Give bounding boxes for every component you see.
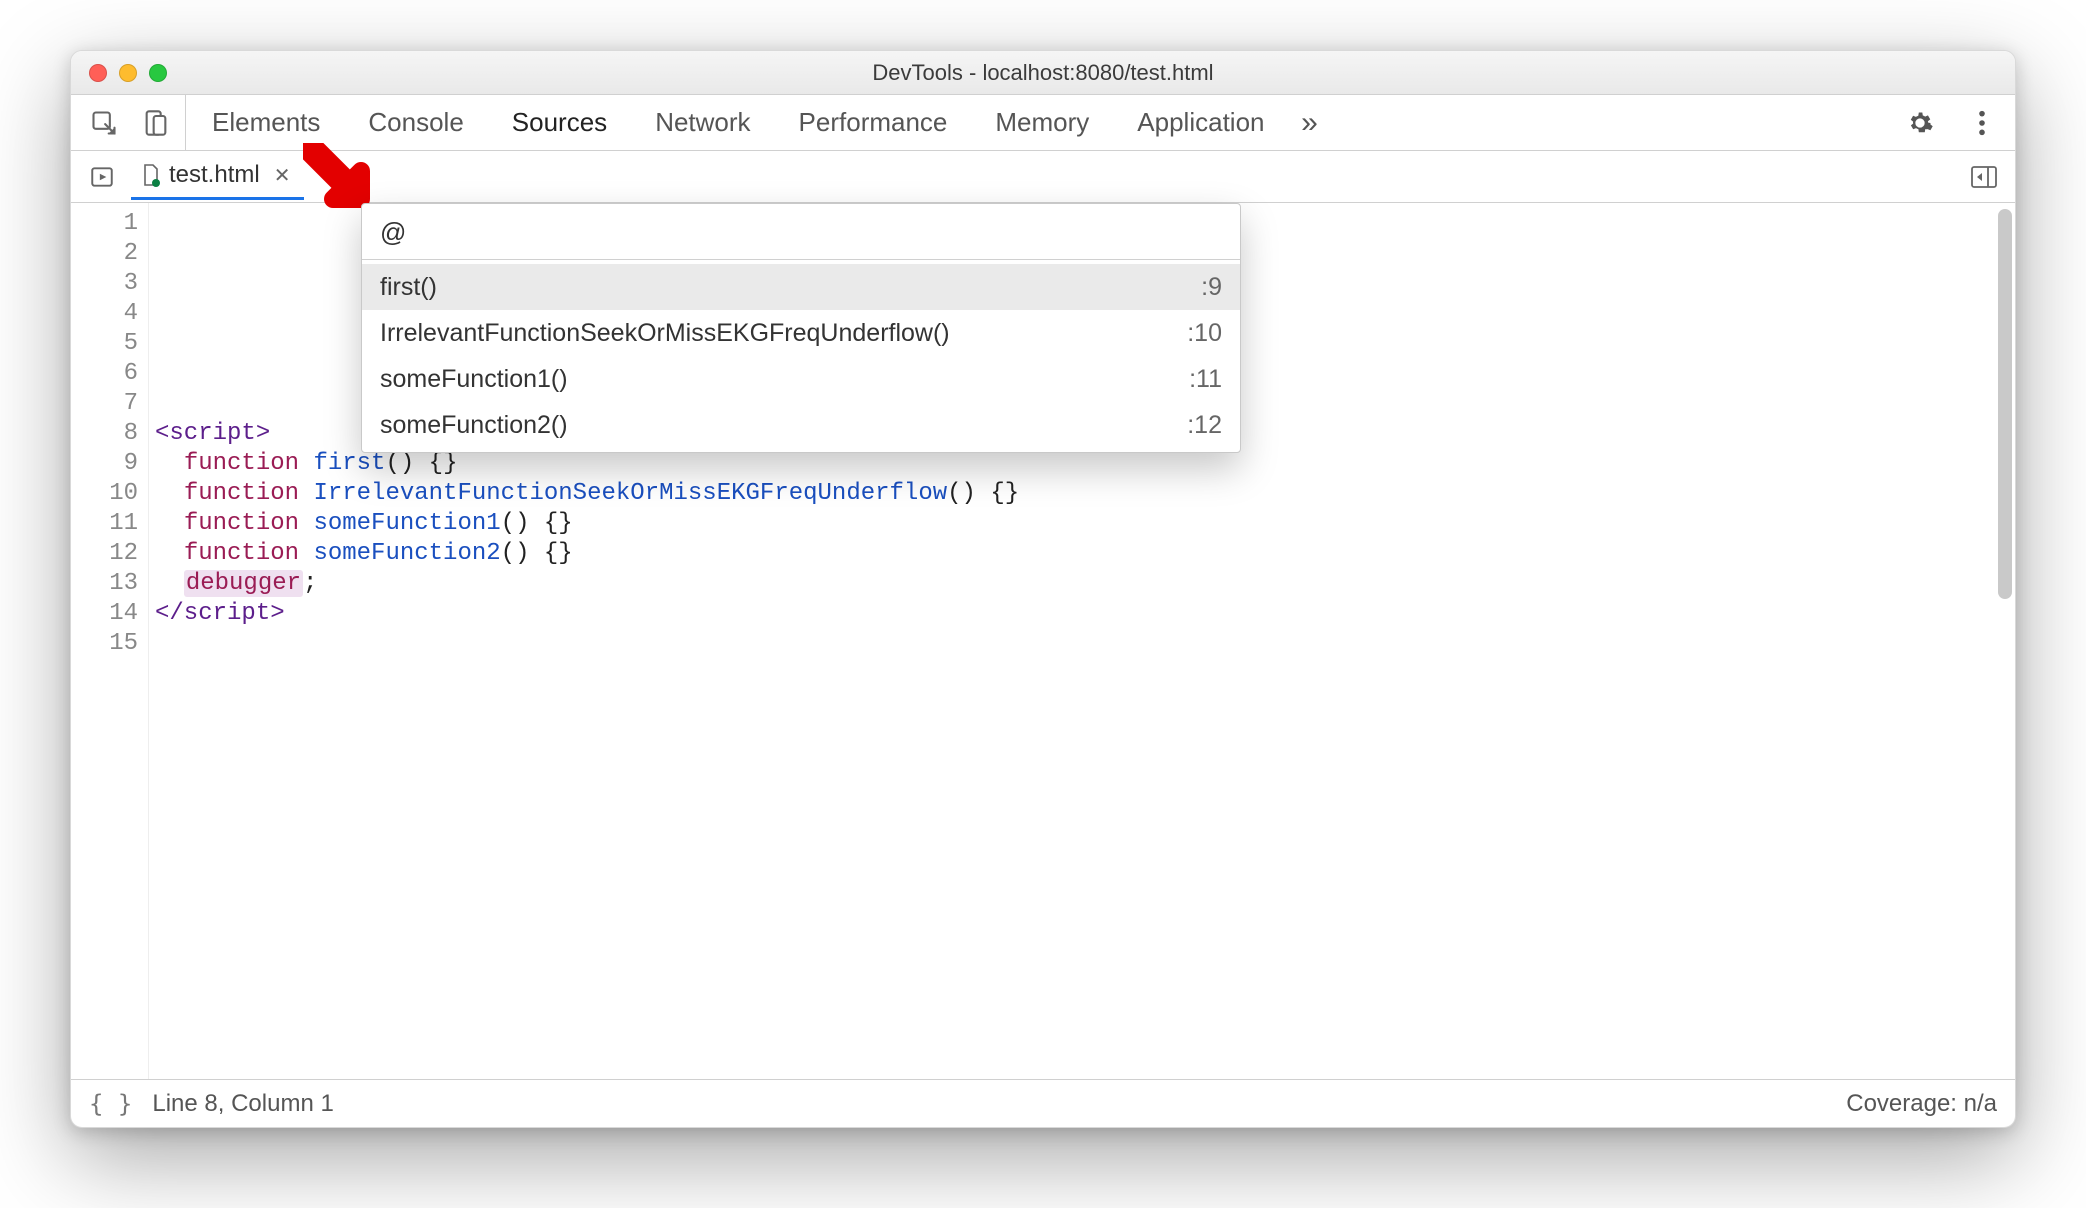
debugger-step-icon[interactable] [83, 158, 121, 196]
line-number: 4 [71, 299, 138, 329]
code-line[interactable]: function IrrelevantFunctionSeekOrMissEKG… [155, 479, 2005, 509]
command-menu-item-line: :9 [1201, 272, 1222, 302]
code-line[interactable]: function first() {} [155, 449, 2005, 479]
devtools-tabs: Elements Console Sources Network Performance… [71, 95, 2015, 151]
line-number: 1 [71, 209, 138, 239]
line-gutter: 123456789101112131415 [71, 203, 149, 1079]
kebab-menu-icon[interactable] [1963, 104, 2001, 142]
titlebar: DevTools - localhost:8080/test.html [71, 51, 2015, 95]
code-line[interactable]: debugger; [155, 569, 2005, 599]
line-number: 14 [71, 599, 138, 629]
command-menu-item[interactable]: someFunction1() :11 [362, 356, 1240, 402]
code-line[interactable] [155, 629, 2005, 659]
status-bar: { } Line 8, Column 1 Coverage: n/a [71, 1079, 2015, 1127]
window-controls [71, 64, 167, 82]
tab-network[interactable]: Network [653, 107, 752, 138]
code-line[interactable]: function someFunction1() {} [155, 509, 2005, 539]
file-icon [141, 163, 161, 187]
command-menu-item-line: :12 [1187, 410, 1222, 440]
close-window-button[interactable] [89, 64, 107, 82]
command-menu-item[interactable]: first() :9 [362, 264, 1240, 310]
command-menu-popup: @ first() :9 IrrelevantFunctionSeekOrMissE… [361, 203, 1241, 453]
line-number: 12 [71, 539, 138, 569]
code-line[interactable]: </script> [155, 599, 2005, 629]
cursor-position: Line 8, Column 1 [152, 1090, 333, 1118]
line-number: 7 [71, 389, 138, 419]
file-tab-test-html[interactable]: test.html ✕ [131, 153, 304, 200]
command-menu-item[interactable]: someFunction2() :12 [362, 402, 1240, 448]
close-tab-icon[interactable]: ✕ [268, 163, 291, 188]
line-number: 11 [71, 509, 138, 539]
settings-icon[interactable] [1901, 104, 1939, 142]
line-number: 2 [71, 239, 138, 269]
tab-memory[interactable]: Memory [993, 107, 1091, 138]
tab-application[interactable]: Application [1135, 107, 1266, 138]
line-number: 15 [71, 629, 138, 659]
line-number: 5 [71, 329, 138, 359]
tab-sources[interactable]: Sources [510, 107, 609, 138]
tab-console[interactable]: Console [366, 107, 465, 138]
tab-performance[interactable]: Performance [797, 107, 950, 138]
line-number: 8 [71, 419, 138, 449]
line-number: 13 [71, 569, 138, 599]
command-menu-item-label: first() [380, 272, 437, 302]
toggle-sidebar-icon[interactable] [1965, 158, 2003, 196]
command-menu-item-label: someFunction1() [380, 364, 568, 394]
line-number: 6 [71, 359, 138, 389]
file-tab-label: test.html [169, 161, 260, 189]
command-menu-item-line: :11 [1189, 364, 1222, 394]
zoom-window-button[interactable] [149, 64, 167, 82]
command-menu-item-label: IrrelevantFunctionSeekOrMissEKGFreqUnder… [380, 318, 950, 348]
more-tabs-icon[interactable]: » [1291, 104, 1329, 142]
window-title: DevTools - localhost:8080/test.html [71, 60, 2015, 86]
code-editor[interactable]: 123456789101112131415 <script> function … [71, 203, 2015, 1079]
command-menu-item-line: :10 [1187, 318, 1222, 348]
vertical-scrollbar[interactable] [1998, 209, 2012, 599]
line-number: 10 [71, 479, 138, 509]
file-tab-row: test.html ✕ [71, 151, 2015, 203]
command-menu-item-label: someFunction2() [380, 410, 568, 440]
coverage-status: Coverage: n/a [1846, 1090, 1997, 1118]
pretty-print-icon[interactable]: { } [89, 1090, 132, 1118]
inspect-element-icon[interactable] [85, 104, 123, 142]
command-menu-list: first() :9 IrrelevantFunctionSeekOrMissEKG… [362, 260, 1240, 452]
command-menu-item[interactable]: IrrelevantFunctionSeekOrMissEKGFreqUnder… [362, 310, 1240, 356]
tab-elements[interactable]: Elements [210, 107, 322, 138]
minimize-window-button[interactable] [119, 64, 137, 82]
line-number: 9 [71, 449, 138, 479]
command-menu-input[interactable]: @ [362, 204, 1240, 260]
line-number: 3 [71, 269, 138, 299]
command-menu-query: @ [380, 217, 406, 247]
device-toolbar-icon[interactable] [137, 104, 175, 142]
devtools-window: DevTools - localhost:8080/test.html [70, 50, 2016, 1128]
code-line[interactable]: function someFunction2() {} [155, 539, 2005, 569]
